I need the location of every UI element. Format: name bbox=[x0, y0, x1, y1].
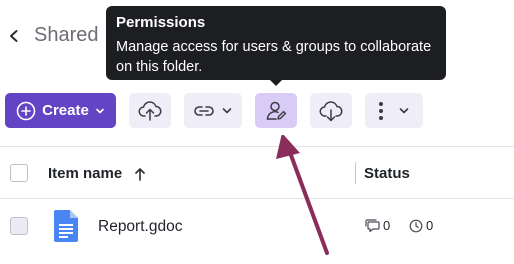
more-actions-button[interactable] bbox=[365, 93, 423, 128]
user-edit-icon bbox=[266, 101, 287, 120]
file-name[interactable]: Report.gdoc bbox=[98, 218, 182, 236]
upload-button[interactable] bbox=[129, 93, 171, 128]
google-doc-icon bbox=[54, 210, 78, 242]
history-count: 0 bbox=[426, 218, 434, 233]
tooltip-description: Manage access for users & groups to coll… bbox=[116, 39, 432, 75]
annotation-arrow-icon bbox=[276, 135, 329, 255]
table-header-divider bbox=[0, 198, 514, 199]
select-all-checkbox[interactable] bbox=[10, 164, 28, 182]
cloud-upload-icon bbox=[138, 100, 162, 121]
comment-icon bbox=[365, 219, 380, 233]
row-checkbox[interactable] bbox=[10, 217, 28, 235]
create-button[interactable]: Create bbox=[5, 93, 116, 128]
chevron-down-icon bbox=[222, 107, 232, 113]
sort-ascending-icon[interactable] bbox=[133, 166, 147, 182]
chevron-down-icon bbox=[96, 108, 104, 113]
download-button[interactable] bbox=[310, 93, 352, 128]
permissions-button[interactable] bbox=[255, 93, 297, 128]
tooltip-title: Permissions bbox=[116, 14, 206, 31]
copy-link-button[interactable] bbox=[184, 93, 242, 128]
column-resize-divider[interactable] bbox=[355, 162, 356, 184]
column-header-status[interactable]: Status bbox=[364, 165, 410, 182]
table-top-divider bbox=[0, 146, 514, 147]
tooltip-pointer bbox=[268, 78, 284, 86]
back-chevron-icon[interactable] bbox=[6, 28, 22, 44]
link-icon bbox=[194, 105, 214, 116]
cloud-download-icon bbox=[319, 100, 343, 121]
more-vertical-icon bbox=[379, 101, 383, 120]
plus-circle-icon bbox=[16, 101, 36, 120]
chevron-down-icon bbox=[399, 107, 409, 113]
page-title: Shared bbox=[34, 24, 99, 46]
column-header-item-name[interactable]: Item name bbox=[48, 165, 122, 182]
comment-count: 0 bbox=[383, 218, 391, 233]
clock-icon bbox=[409, 219, 423, 233]
create-button-label: Create bbox=[42, 102, 89, 119]
